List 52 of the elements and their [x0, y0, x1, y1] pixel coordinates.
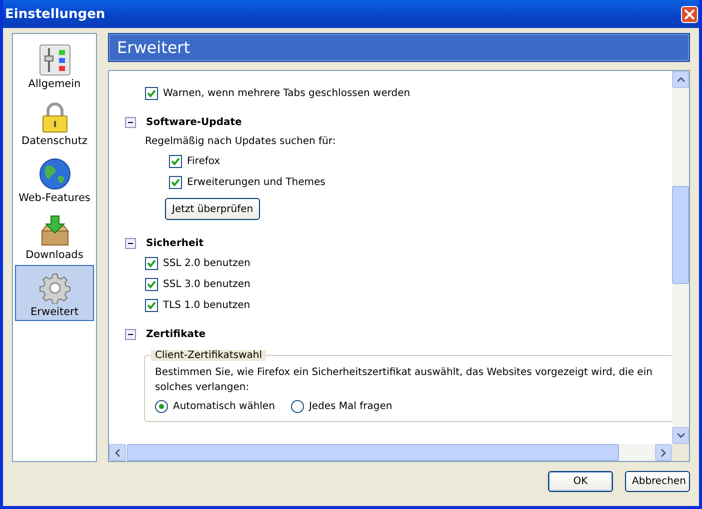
sidebar-label: Erweitert: [30, 306, 78, 318]
sidebar-label: Datenschutz: [22, 135, 88, 147]
checkbox[interactable]: [169, 155, 182, 168]
checkbox[interactable]: [145, 257, 158, 270]
sidebar-label: Allgemein: [28, 78, 81, 90]
vertical-scrollbar[interactable]: [672, 71, 689, 444]
collapse-icon[interactable]: [125, 116, 136, 128]
page-header: Erweitert: [108, 33, 690, 62]
scroll-down-icon[interactable]: [676, 433, 684, 438]
group-description: Bestimmen Sie, wie Firefox ein Sicherheitszertifikat auswählt, das Websites vorgezeigt wird, die ein solches verlangen:: [155, 366, 654, 395]
radio-button[interactable]: [155, 400, 168, 413]
checkbox[interactable]: [145, 278, 158, 291]
gear-icon: [38, 272, 70, 304]
checkbox[interactable]: [145, 87, 158, 100]
cancel-button[interactable]: Abbrechen: [625, 471, 690, 492]
description-text: Regelmäßig nach Updates suchen für:: [144, 135, 337, 149]
check-now-button[interactable]: Jetzt überprüfen: [165, 198, 260, 220]
scroll-right-icon[interactable]: [661, 448, 666, 456]
checkbox-label: Warnen, wenn mehrere Tabs geschlossen werden: [163, 88, 410, 99]
checkbox-label: SSL 3.0 benutzen: [163, 279, 250, 290]
sidebar-item[interactable]: Allgemein: [15, 37, 94, 93]
window-title: Einstellungen: [5, 6, 106, 22]
checkbox[interactable]: [169, 176, 182, 189]
sidebar-label: Web-Features: [18, 192, 90, 204]
radio-button[interactable]: [290, 400, 304, 413]
globe-icon: [38, 158, 70, 190]
checkbox[interactable]: [145, 299, 158, 312]
radio-label: Automatisch wählen: [173, 401, 275, 412]
section-title: Zertifikate: [146, 328, 206, 340]
sidebar-item[interactable]: Erweitert: [15, 265, 94, 321]
checkbox-label: Erweiterungen und Themes: [187, 177, 326, 188]
section-title: Sicherheit: [146, 238, 204, 248]
scrollbar-corner: [672, 444, 689, 461]
radio-label: Jedes Mal fragen: [308, 401, 392, 412]
checkbox-label: TLS 1.0 benutzen: [163, 300, 250, 311]
sliders-icon: [38, 44, 70, 76]
collapse-icon[interactable]: [125, 328, 136, 340]
collapse-icon[interactable]: [125, 238, 136, 248]
sidebar-item[interactable]: Datenschutz: [15, 94, 94, 150]
download-box-icon: [38, 215, 70, 247]
horizontal-scrollbar[interactable]: [109, 444, 672, 461]
scroll-up-icon[interactable]: [676, 77, 684, 82]
checkbox-label: Firefox: [187, 156, 220, 167]
group-legend: Client-Zertifikatswahl: [151, 350, 266, 361]
scroll-left-icon[interactable]: [115, 448, 120, 456]
sidebar-item[interactable]: Web-Features: [15, 151, 94, 207]
sidebar-item[interactable]: Downloads: [15, 208, 94, 264]
sidebar-label: Downloads: [26, 249, 84, 261]
ok-button[interactable]: OK: [548, 471, 613, 492]
section-title: Software-Update: [146, 116, 242, 128]
checkbox-label: SSL 2.0 benutzen: [163, 258, 250, 269]
close-button[interactable]: [681, 6, 698, 22]
